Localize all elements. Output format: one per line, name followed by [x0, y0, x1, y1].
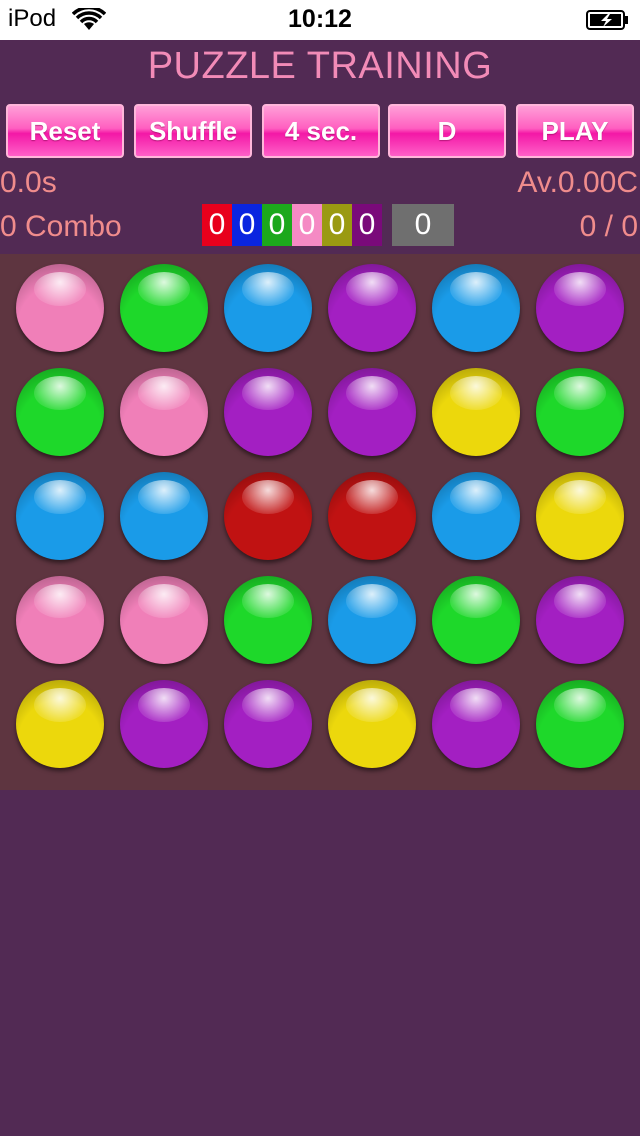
total-count: 0	[392, 204, 454, 246]
elapsed-time: 0.0s	[0, 166, 57, 199]
progress-count: 0 / 0	[579, 210, 638, 243]
purple-orb[interactable]	[224, 680, 312, 768]
purple-orb[interactable]	[536, 264, 624, 352]
purple-orb[interactable]	[328, 264, 416, 352]
play-button[interactable]: PLAY	[516, 104, 634, 158]
purple-orb[interactable]	[328, 368, 416, 456]
green-orb[interactable]	[224, 576, 312, 664]
blue-orb[interactable]	[224, 264, 312, 352]
blue-orb[interactable]	[432, 472, 520, 560]
yellow-orb[interactable]	[328, 680, 416, 768]
status-bar: iPod 10:12	[0, 0, 640, 40]
purple-orb[interactable]	[536, 576, 624, 664]
reset-button[interactable]: Reset	[6, 104, 124, 158]
purple-count: 0	[352, 204, 382, 246]
pink-orb[interactable]	[16, 576, 104, 664]
pink-count: 0	[292, 204, 322, 246]
battery-charging-icon	[586, 10, 628, 30]
blue-count: 0	[232, 204, 262, 246]
pink-orb[interactable]	[16, 264, 104, 352]
orb-board[interactable]	[0, 254, 640, 790]
yellow-orb[interactable]	[536, 472, 624, 560]
difficulty-button[interactable]: D	[388, 104, 506, 158]
pink-orb[interactable]	[120, 576, 208, 664]
red-count: 0	[202, 204, 232, 246]
shuffle-button[interactable]: Shuffle	[134, 104, 252, 158]
green-orb[interactable]	[432, 576, 520, 664]
combo-count: 0 Combo	[0, 210, 122, 243]
blue-orb[interactable]	[16, 472, 104, 560]
yellow-orb[interactable]	[16, 680, 104, 768]
yellow-orb[interactable]	[432, 368, 520, 456]
red-orb[interactable]	[328, 472, 416, 560]
green-orb[interactable]	[120, 264, 208, 352]
blue-orb[interactable]	[328, 576, 416, 664]
blue-orb[interactable]	[120, 472, 208, 560]
green-orb[interactable]	[16, 368, 104, 456]
green-orb[interactable]	[536, 368, 624, 456]
purple-orb[interactable]	[224, 368, 312, 456]
purple-orb[interactable]	[120, 680, 208, 768]
blue-orb[interactable]	[432, 264, 520, 352]
pink-orb[interactable]	[120, 368, 208, 456]
green-count: 0	[262, 204, 292, 246]
red-orb[interactable]	[224, 472, 312, 560]
time-limit-button[interactable]: 4 sec.	[262, 104, 380, 158]
page-title: PUZZLE TRAINING	[147, 45, 493, 87]
yellow-count: 0	[322, 204, 352, 246]
purple-orb[interactable]	[432, 680, 520, 768]
status-time: 10:12	[288, 5, 352, 33]
color-counts: 0 0 0 0 0 0	[202, 204, 382, 246]
green-orb[interactable]	[536, 680, 624, 768]
average-combo: Av.0.00C	[517, 166, 638, 199]
